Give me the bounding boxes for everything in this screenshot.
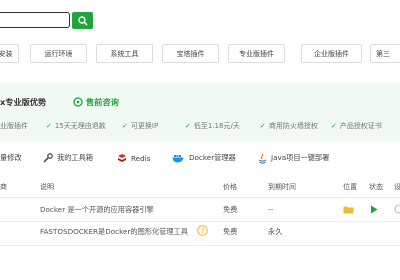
check-icon: ✓ (122, 122, 128, 130)
check-icon: ✓ (331, 122, 337, 130)
search-input[interactable] (0, 12, 70, 28)
java-icon (258, 153, 267, 164)
tool-java-deploy[interactable]: Java项目一键部署 (258, 150, 329, 166)
col-location: 位置 (343, 183, 357, 191)
col-expire: 到期时间 (268, 183, 296, 191)
plugin-table-header: 商 说明 价格 到期时间 位置 状态 设 (0, 178, 400, 198)
redis-icon (118, 154, 126, 162)
category-pro-plugins[interactable]: 专业版插件 (228, 44, 285, 63)
svg-text:?: ? (201, 227, 205, 235)
row-expire: -- (268, 205, 274, 214)
promo-feature: ✓ 商用防火墙授权 (260, 122, 318, 130)
play-icon[interactable] (370, 205, 378, 216)
promo-title: x专业版优势 (0, 97, 47, 107)
quick-tools: 量修改 我的工具箱 Redis Docker管理器 Java项目一键部署 (0, 150, 400, 166)
tool-redis[interactable]: Redis (117, 150, 150, 166)
category-third-party[interactable]: 第三 (370, 44, 400, 63)
presale-consult-link[interactable]: 售前咨询 (86, 96, 119, 108)
row-expire: 永久 (268, 227, 283, 236)
help-icon[interactable]: ? (197, 225, 208, 238)
check-icon: ✓ (185, 122, 191, 130)
promo-feature: ✓ 15天无理由退款 (46, 122, 106, 130)
toggle-switch[interactable] (394, 204, 400, 216)
check-icon: ✓ (46, 122, 52, 130)
promo-feature: ✓ 产品授权证书 (331, 122, 382, 130)
table-row: FASTOSDOCKER是Docker的图形化管理工具 ? 免费 永久 (0, 221, 400, 246)
row-description: FASTOSDOCKER是Docker的图形化管理工具 (40, 227, 188, 236)
folder-icon[interactable] (343, 205, 354, 216)
category-install[interactable]: 安装 (0, 44, 19, 63)
category-bt-plugins[interactable]: 宝塔插件 (162, 44, 219, 63)
col-price: 价格 (223, 183, 237, 191)
search-button[interactable] (72, 12, 93, 29)
search-icon (77, 15, 88, 26)
row-price: 免费 (223, 227, 238, 236)
tool-batch-edit[interactable]: 量修改 (0, 150, 22, 166)
promo-feature: ✓ 可更换IP (122, 122, 159, 130)
row-description: Docker 是一个开源的应用容器引擎 (40, 205, 154, 214)
category-tabs: 安装 运行环境 系统工具 宝塔插件 专业版插件 企业版插件 第三 (0, 44, 400, 63)
docker-icon (172, 155, 184, 163)
promo-feature: ✓ 低至1.18元/天 (185, 122, 240, 130)
promo-feature: 业版插件 (0, 122, 28, 130)
col-status: 状态 (369, 183, 383, 191)
col-settings: 设 (394, 183, 400, 191)
pro-promo-panel (0, 83, 400, 141)
col-name: 商 (0, 183, 7, 191)
check-icon: ✓ (260, 122, 266, 130)
wrench-icon (43, 153, 53, 163)
tool-docker-manager[interactable]: Docker管理器 (172, 150, 236, 166)
row-price: 免费 (223, 205, 238, 214)
table-row: Docker 是一个开源的应用容器引擎 免费 -- (0, 197, 400, 222)
col-description: 说明 (40, 183, 54, 191)
category-system-tools[interactable]: 系统工具 (96, 44, 153, 63)
category-runtime[interactable]: 运行环境 (30, 44, 87, 63)
category-enterprise-plugins[interactable]: 企业版插件 (301, 44, 362, 63)
tool-my-toolbox[interactable]: 我的工具箱 (43, 150, 93, 166)
headset-icon (73, 97, 83, 109)
